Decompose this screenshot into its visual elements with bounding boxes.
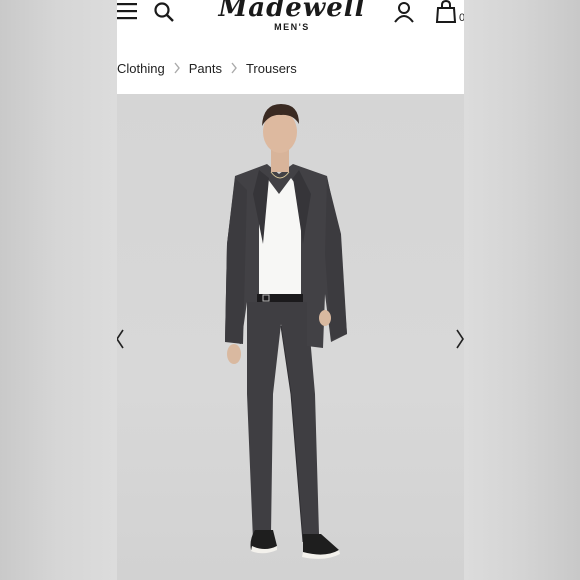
site-logo[interactable]: Madewell MEN'S bbox=[217, 0, 367, 32]
shopping-bag-icon[interactable] bbox=[435, 0, 457, 24]
chevron-left-icon[interactable] bbox=[117, 328, 125, 350]
breadcrumb-item-clothing[interactable]: Clothing bbox=[117, 61, 165, 76]
breadcrumb: Clothing Pants Trousers bbox=[117, 42, 464, 94]
breadcrumb-item-pants[interactable]: Pants bbox=[189, 61, 222, 76]
account-icon[interactable] bbox=[393, 1, 415, 23]
breadcrumb-item-trousers[interactable]: Trousers bbox=[246, 61, 297, 76]
logo-wordmark: Madewell bbox=[218, 0, 366, 23]
chevron-right-icon bbox=[231, 62, 237, 74]
mobile-page: Madewell MEN'S 0 Clothing Pants Trousers bbox=[117, 0, 464, 580]
menu-icon[interactable] bbox=[117, 1, 138, 21]
search-icon[interactable] bbox=[153, 1, 175, 23]
product-image-carousel[interactable] bbox=[117, 94, 464, 580]
site-header: Madewell MEN'S 0 bbox=[117, 0, 464, 43]
bag-count: 0 bbox=[459, 12, 464, 24]
chevron-right-icon[interactable] bbox=[455, 328, 464, 350]
chevron-right-icon bbox=[174, 62, 180, 74]
product-photo bbox=[225, 104, 347, 559]
logo-subtitle: MEN'S bbox=[274, 22, 310, 32]
